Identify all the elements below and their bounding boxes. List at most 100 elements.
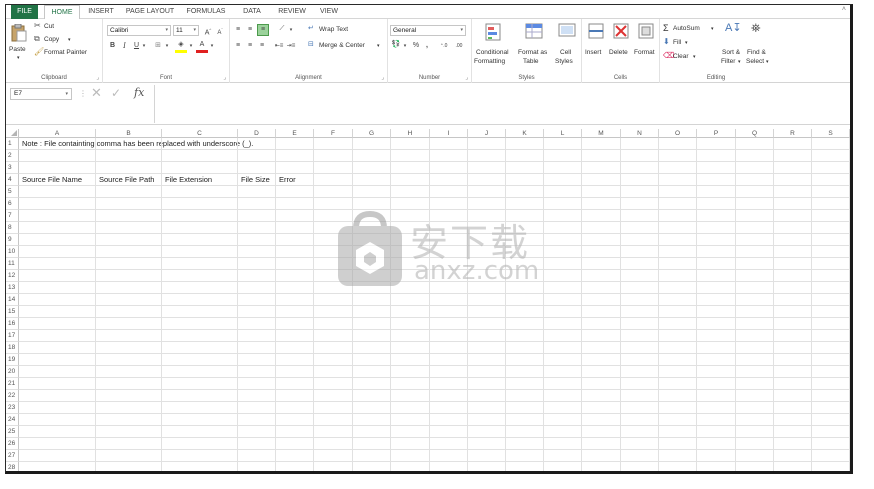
cancel-icon[interactable]: ✕ xyxy=(91,85,102,101)
cell-c4-header[interactable]: File Extension xyxy=(165,175,212,185)
alignment-launcher-icon[interactable]: ⌟ xyxy=(381,74,384,81)
align-bottom-icon[interactable]: ≡ xyxy=(257,24,269,36)
column-header-m[interactable]: M xyxy=(582,129,621,138)
clear-button[interactable]: ⌫ Clear ▾ xyxy=(663,52,703,62)
chevron-down-icon[interactable]: ▾ xyxy=(141,41,147,51)
font-launcher-icon[interactable]: ⌟ xyxy=(223,74,226,81)
row-header-4[interactable]: 4 xyxy=(6,174,19,186)
column-header-i[interactable]: I xyxy=(430,129,468,138)
column-header-q[interactable]: Q xyxy=(736,129,774,138)
cell-e4-header[interactable]: Error xyxy=(279,175,296,185)
number-launcher-icon[interactable]: ⌟ xyxy=(465,74,468,81)
worksheet-grid[interactable]: ABCDEFGHIJKLMNOPQRS 1 2 3 4 5 6 7 8 9 10 11 12 13 14 1… xyxy=(6,129,850,471)
row-header-8[interactable]: 8 xyxy=(6,222,19,234)
fill-color-icon[interactable]: ◈ xyxy=(175,40,187,53)
font-size-combo[interactable]: 11 ▾ xyxy=(173,25,199,36)
cell-styles-button[interactable]: Cell Styles xyxy=(553,21,581,69)
row-header-28[interactable]: 28 xyxy=(6,462,19,471)
align-middle-icon[interactable]: ≡ xyxy=(245,25,255,35)
column-header-l[interactable]: L xyxy=(544,129,582,138)
row-header-16[interactable]: 16 xyxy=(6,318,19,330)
cell-b4-header[interactable]: Source File Path xyxy=(99,175,154,185)
align-top-icon[interactable]: ≡ xyxy=(233,25,243,35)
paste-button[interactable]: Paste ▾ xyxy=(9,22,31,62)
tab-formulas[interactable]: FORMULAS xyxy=(184,5,228,19)
tab-file[interactable]: FILE xyxy=(11,5,38,19)
row-header-11[interactable]: 11 xyxy=(6,258,19,270)
cell-a1-note[interactable]: Note : File containting comma has been r… xyxy=(22,139,253,149)
row-header-2[interactable]: 2 xyxy=(6,150,19,162)
sort-filter-button[interactable]: A↧ Sort & Filter ▾ xyxy=(720,21,744,69)
row-header-13[interactable]: 13 xyxy=(6,282,19,294)
decrease-indent-icon[interactable]: ⇤≡ xyxy=(274,41,284,51)
conditional-formatting-button[interactable]: Conditional Formatting xyxy=(474,21,514,69)
increase-indent-icon[interactable]: ⇥≡ xyxy=(286,41,296,51)
column-header-e[interactable]: E xyxy=(276,129,314,138)
column-header-s[interactable]: S xyxy=(812,129,850,138)
row-header-25[interactable]: 25 xyxy=(6,426,19,438)
column-header-r[interactable]: R xyxy=(774,129,812,138)
row-header-23[interactable]: 23 xyxy=(6,402,19,414)
column-header-f[interactable]: F xyxy=(314,129,353,138)
orientation-icon[interactable]: ⟋ xyxy=(276,24,288,34)
accounting-format-icon[interactable]: 💱 xyxy=(390,40,402,50)
number-format-combo[interactable]: General ▾ xyxy=(390,25,466,36)
column-header-j[interactable]: J xyxy=(468,129,506,138)
tab-page-layout[interactable]: PAGE LAYOUT xyxy=(123,5,177,19)
tab-insert[interactable]: INSERT xyxy=(86,5,116,19)
format-painter-button[interactable]: 🖌 Format Painter xyxy=(34,48,100,58)
row-header-3[interactable]: 3 xyxy=(6,162,19,174)
select-all-corner[interactable] xyxy=(6,129,19,138)
row-header-21[interactable]: 21 xyxy=(6,378,19,390)
tab-review[interactable]: REVIEW xyxy=(276,5,308,19)
tab-data[interactable]: DATA xyxy=(238,5,266,19)
format-cells-button[interactable]: Format xyxy=(634,21,659,69)
fill-button[interactable]: ⬇ Fill ▾ xyxy=(663,38,698,48)
align-left-icon[interactable]: ≡ xyxy=(233,41,243,51)
autosum-button[interactable]: Σ AutoSum ▾ xyxy=(663,24,717,34)
delete-cells-button[interactable]: Delete xyxy=(609,21,633,69)
column-header-c[interactable]: C xyxy=(162,129,238,138)
row-header-6[interactable]: 6 xyxy=(6,198,19,210)
chevron-down-icon[interactable]: ▾ xyxy=(188,41,194,51)
row-header-12[interactable]: 12 xyxy=(6,270,19,282)
column-header-p[interactable]: P xyxy=(697,129,736,138)
row-header-10[interactable]: 10 xyxy=(6,246,19,258)
cut-button[interactable]: ✂ Cut xyxy=(34,22,74,32)
row-header-24[interactable]: 24 xyxy=(6,414,19,426)
merge-center-button[interactable]: ⊟ Merge & Center ▾ xyxy=(308,40,384,51)
row-header-22[interactable]: 22 xyxy=(6,390,19,402)
chevron-down-icon[interactable]: ▾ xyxy=(209,41,215,51)
format-as-table-button[interactable]: Format as Table xyxy=(516,21,552,69)
name-box[interactable]: E7 ▾ xyxy=(10,88,72,100)
copy-button[interactable]: ⧉ Copy ▾ xyxy=(34,35,79,45)
borders-icon[interactable]: ⊞ xyxy=(152,41,164,51)
bold-button[interactable]: B xyxy=(108,41,117,51)
italic-button[interactable]: I xyxy=(120,41,129,51)
shrink-font-icon[interactable]: Aˇ xyxy=(215,25,225,38)
align-right-icon[interactable]: ≡ xyxy=(257,41,267,51)
column-header-k[interactable]: K xyxy=(506,129,544,138)
row-header-15[interactable]: 15 xyxy=(6,306,19,318)
column-header-h[interactable]: H xyxy=(391,129,430,138)
row-header-17[interactable]: 17 xyxy=(6,330,19,342)
row-header-5[interactable]: 5 xyxy=(6,186,19,198)
increase-decimal-icon[interactable]: ⁺.0 xyxy=(438,41,450,51)
comma-style-button[interactable]: , xyxy=(423,41,431,51)
insert-function-icon[interactable]: fx xyxy=(134,86,144,99)
column-header-o[interactable]: O xyxy=(659,129,697,138)
formula-input[interactable] xyxy=(154,85,850,123)
row-header-20[interactable]: 20 xyxy=(6,366,19,378)
formula-bar-grip[interactable]: ⋮ xyxy=(79,89,87,98)
cell-d4-header[interactable]: File Size xyxy=(241,175,270,185)
column-header-d[interactable]: D xyxy=(238,129,276,138)
ribbon-collapse-icon[interactable]: ˄ xyxy=(842,6,846,13)
column-header-a[interactable]: A xyxy=(19,129,96,138)
enter-icon[interactable]: ✓ xyxy=(111,86,121,100)
row-header-26[interactable]: 26 xyxy=(6,438,19,450)
cell-area[interactable]: Note : File containting comma has been r… xyxy=(19,138,850,471)
font-name-combo[interactable]: Calibri ▾ xyxy=(107,25,171,36)
font-color-icon[interactable]: A xyxy=(196,40,208,53)
align-center-icon[interactable]: ≡ xyxy=(245,41,255,51)
row-header-19[interactable]: 19 xyxy=(6,354,19,366)
